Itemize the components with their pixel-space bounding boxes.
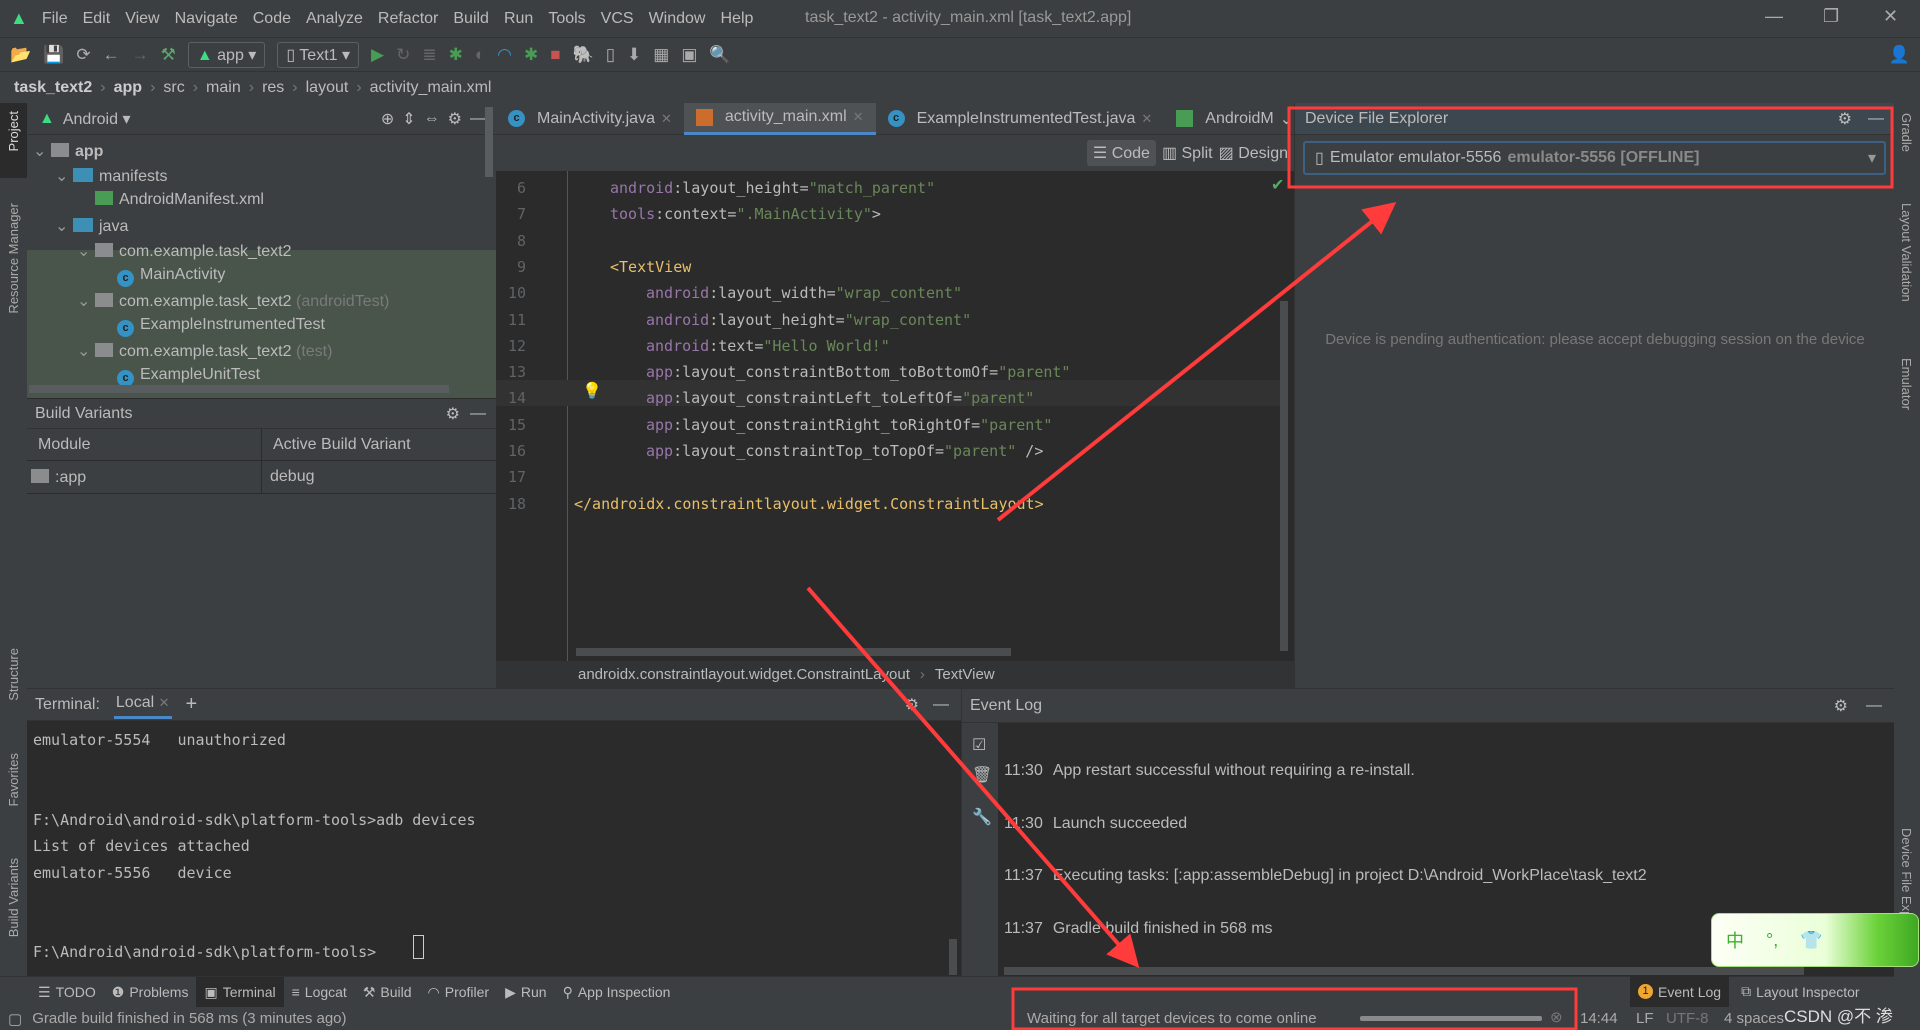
annotation-arrow-down — [806, 586, 1140, 969]
annotation-overlay — [806, 106, 1894, 1030]
annotation-arrow-up — [996, 202, 1397, 522]
annotation-box-progress — [1011, 987, 1578, 1030]
annotation-box-device-explorer — [1287, 106, 1894, 189]
